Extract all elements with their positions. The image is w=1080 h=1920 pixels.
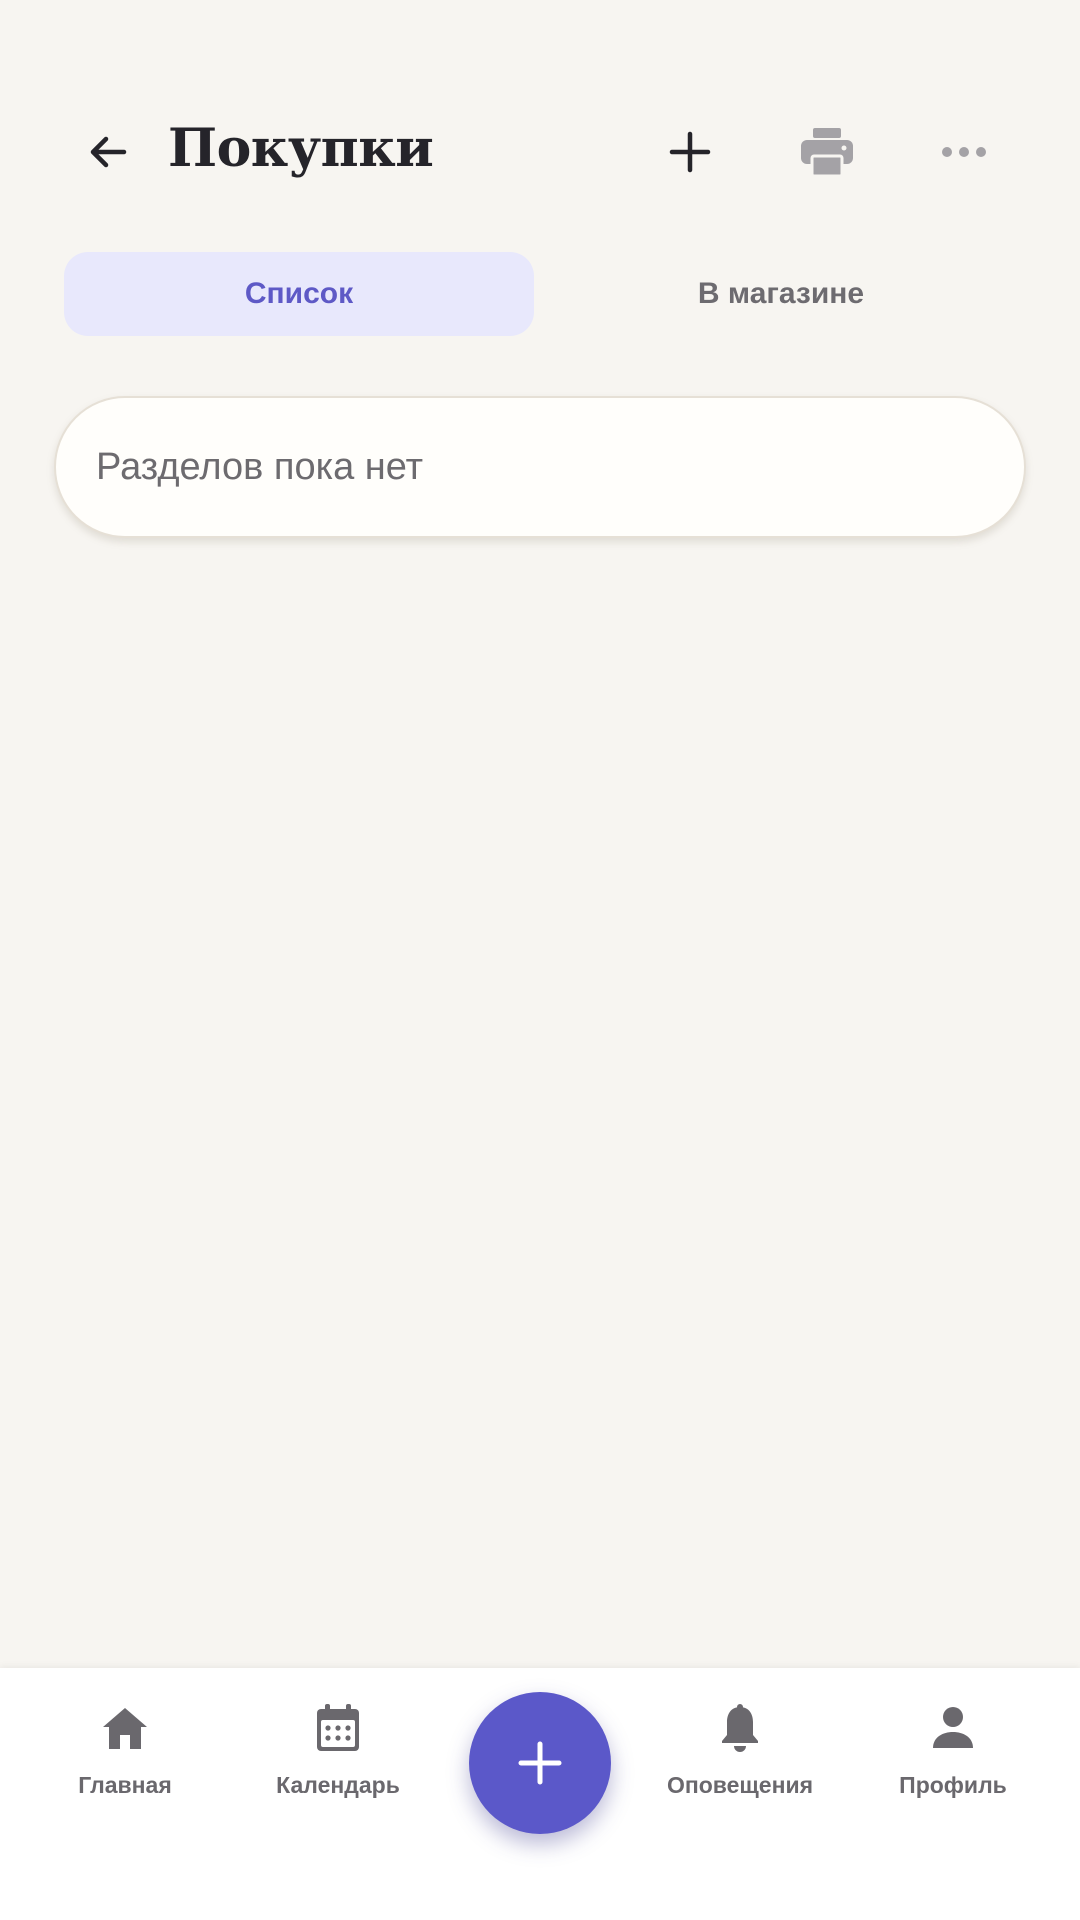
nav-item-profile[interactable]: Профиль <box>853 1700 1053 1820</box>
person-icon <box>933 1707 973 1748</box>
tab-list[interactable]: Список <box>64 252 534 336</box>
home-icon <box>103 1708 147 1749</box>
segmented-tabs: Список В магазине <box>64 252 1016 336</box>
app-header: Покупки <box>0 100 1080 204</box>
plus-icon <box>518 1741 562 1785</box>
tab-in-store[interactable]: В магазине <box>546 252 1016 336</box>
printer-icon <box>801 128 853 178</box>
empty-sections-card: Разделов пока нет <box>54 396 1026 538</box>
more-horizontal-icon <box>942 147 986 157</box>
empty-state-text: Разделов пока нет <box>96 445 424 488</box>
nav-label-notifications: Оповещения <box>666 1772 814 1798</box>
nav-label-home: Главная <box>78 1772 172 1798</box>
nav-item-calendar[interactable]: Календарь <box>238 1700 438 1820</box>
arrow-left-icon <box>90 136 127 168</box>
nav-label-profile: Профиль <box>899 1772 1007 1798</box>
bell-icon <box>722 1704 758 1752</box>
plus-icon <box>669 131 711 173</box>
page-title: Покупки <box>168 118 434 179</box>
nav-item-notifications[interactable]: Оповещения <box>640 1700 840 1820</box>
more-button[interactable] <box>932 120 996 184</box>
add-fab-button[interactable] <box>469 1692 611 1834</box>
print-button[interactable] <box>795 120 859 184</box>
nav-item-home[interactable]: Главная <box>25 1700 225 1820</box>
nav-label-calendar: Календарь <box>276 1772 400 1798</box>
add-button[interactable] <box>658 120 722 184</box>
back-button[interactable] <box>76 120 140 184</box>
calendar-icon <box>317 1704 359 1751</box>
